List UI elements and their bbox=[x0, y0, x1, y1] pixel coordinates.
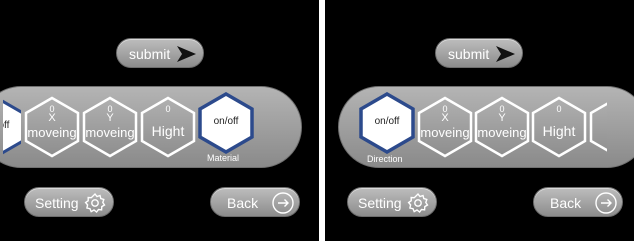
hex-label: moveing bbox=[85, 125, 135, 140]
hex-axis: X bbox=[48, 112, 56, 124]
gear-icon bbox=[84, 192, 106, 217]
back-button[interactable]: Back bbox=[533, 187, 623, 217]
hex-value: 0 bbox=[165, 104, 171, 114]
hex-material-selected[interactable]: on/off bbox=[198, 92, 254, 154]
hex-label: moveing bbox=[477, 125, 527, 140]
option-carousel[interactable]: on/off 0 X moveing 0 Y moveing 0 Hight o… bbox=[0, 86, 302, 168]
back-button-label: Back bbox=[550, 195, 582, 211]
submit-button[interactable]: submit bbox=[435, 38, 523, 68]
partial-hex-label: on/off bbox=[3, 120, 10, 131]
hex-caption-material: Material bbox=[207, 153, 240, 163]
option-carousel[interactable]: on/off Direction 0 X moveing 0 Y moveing… bbox=[338, 86, 634, 168]
setting-button-label: Setting bbox=[358, 195, 402, 211]
send-arrow-icon bbox=[175, 44, 197, 67]
back-button-label: Back bbox=[227, 195, 259, 211]
hex-onoff-label: on/off bbox=[374, 116, 400, 127]
hex-axis: Y bbox=[498, 112, 506, 124]
hex-onoff-label: on/off bbox=[213, 116, 239, 127]
left-screen-panel: submit on/off 0 X moveing 0 Y moveing 0 bbox=[0, 0, 319, 241]
hex-height[interactable]: 0 Hight bbox=[531, 96, 587, 158]
option-hex-partial[interactable] bbox=[589, 96, 607, 158]
hex-axis: Y bbox=[106, 112, 114, 124]
submit-button[interactable]: submit bbox=[116, 38, 204, 68]
back-button[interactable]: Back bbox=[210, 187, 300, 217]
hex-caption-direction: Direction bbox=[367, 154, 403, 164]
hex-label: Hight bbox=[151, 123, 185, 139]
hex-x-moving[interactable]: 0 X moveing bbox=[24, 96, 80, 158]
submit-button-label: submit bbox=[448, 46, 490, 62]
hex-y-moving[interactable]: 0 Y moveing bbox=[474, 96, 530, 158]
exit-arrow-icon bbox=[271, 191, 295, 218]
hex-x-moving[interactable]: 0 X moveing bbox=[417, 96, 473, 158]
submit-button-label: submit bbox=[129, 46, 171, 62]
setting-button-label: Setting bbox=[35, 195, 79, 211]
setting-button[interactable]: Setting bbox=[24, 187, 114, 217]
hex-height[interactable]: 0 Hight bbox=[140, 96, 196, 158]
hex-label: Hight bbox=[542, 123, 576, 139]
exit-arrow-icon bbox=[594, 191, 618, 218]
setting-button[interactable]: Setting bbox=[347, 187, 437, 217]
hex-axis: X bbox=[441, 112, 449, 124]
hex-value: 0 bbox=[556, 104, 562, 114]
right-screen-panel: submit on/off Direction 0 X moveing 0 Y … bbox=[325, 0, 634, 241]
hex-y-moving[interactable]: 0 Y moveing bbox=[82, 96, 138, 158]
send-arrow-icon bbox=[494, 44, 516, 67]
hex-label: moveing bbox=[27, 125, 77, 140]
hex-label: moveing bbox=[420, 125, 470, 140]
option-hex-partial[interactable]: on/off bbox=[3, 96, 21, 158]
hex-direction-selected[interactable]: on/off bbox=[359, 92, 415, 154]
gear-icon bbox=[407, 192, 429, 217]
